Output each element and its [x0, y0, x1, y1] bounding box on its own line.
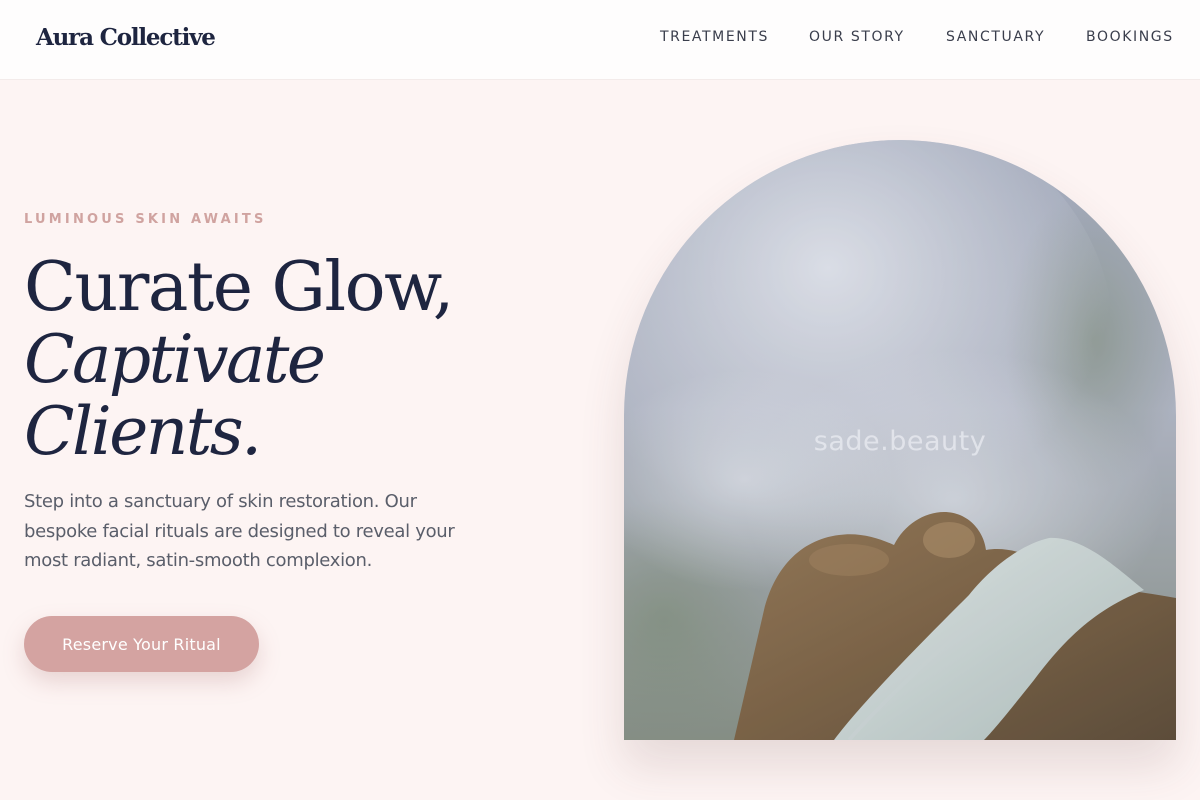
headline-line-1: Curate Glow, — [24, 248, 454, 327]
nav-our-story[interactable]: OUR STORY — [809, 29, 905, 45]
nav-treatments[interactable]: TREATMENTS — [660, 29, 769, 45]
steam-facial-photo — [624, 140, 1176, 740]
headline-line-3: Clients. — [24, 393, 262, 470]
hero-arch-image: sade.beauty — [624, 140, 1176, 740]
hero-headline: Curate Glow, Captivate Clients. — [24, 248, 454, 470]
reserve-ritual-button[interactable]: Reserve Your Ritual — [24, 616, 259, 672]
site-header: Aura Collective TREATMENTS OUR STORY SAN… — [0, 0, 1200, 80]
headline-line-2: Captivate — [24, 321, 326, 398]
nav-bookings[interactable]: BOOKINGS — [1086, 29, 1174, 45]
nav-sanctuary[interactable]: SANCTUARY — [946, 29, 1045, 45]
hero-lead-paragraph: Step into a sanctuary of skin restoratio… — [24, 491, 455, 571]
hero-eyebrow: LUMINOUS SKIN AWAITS — [24, 212, 267, 227]
brand-logo[interactable]: Aura Collective — [36, 24, 216, 51]
